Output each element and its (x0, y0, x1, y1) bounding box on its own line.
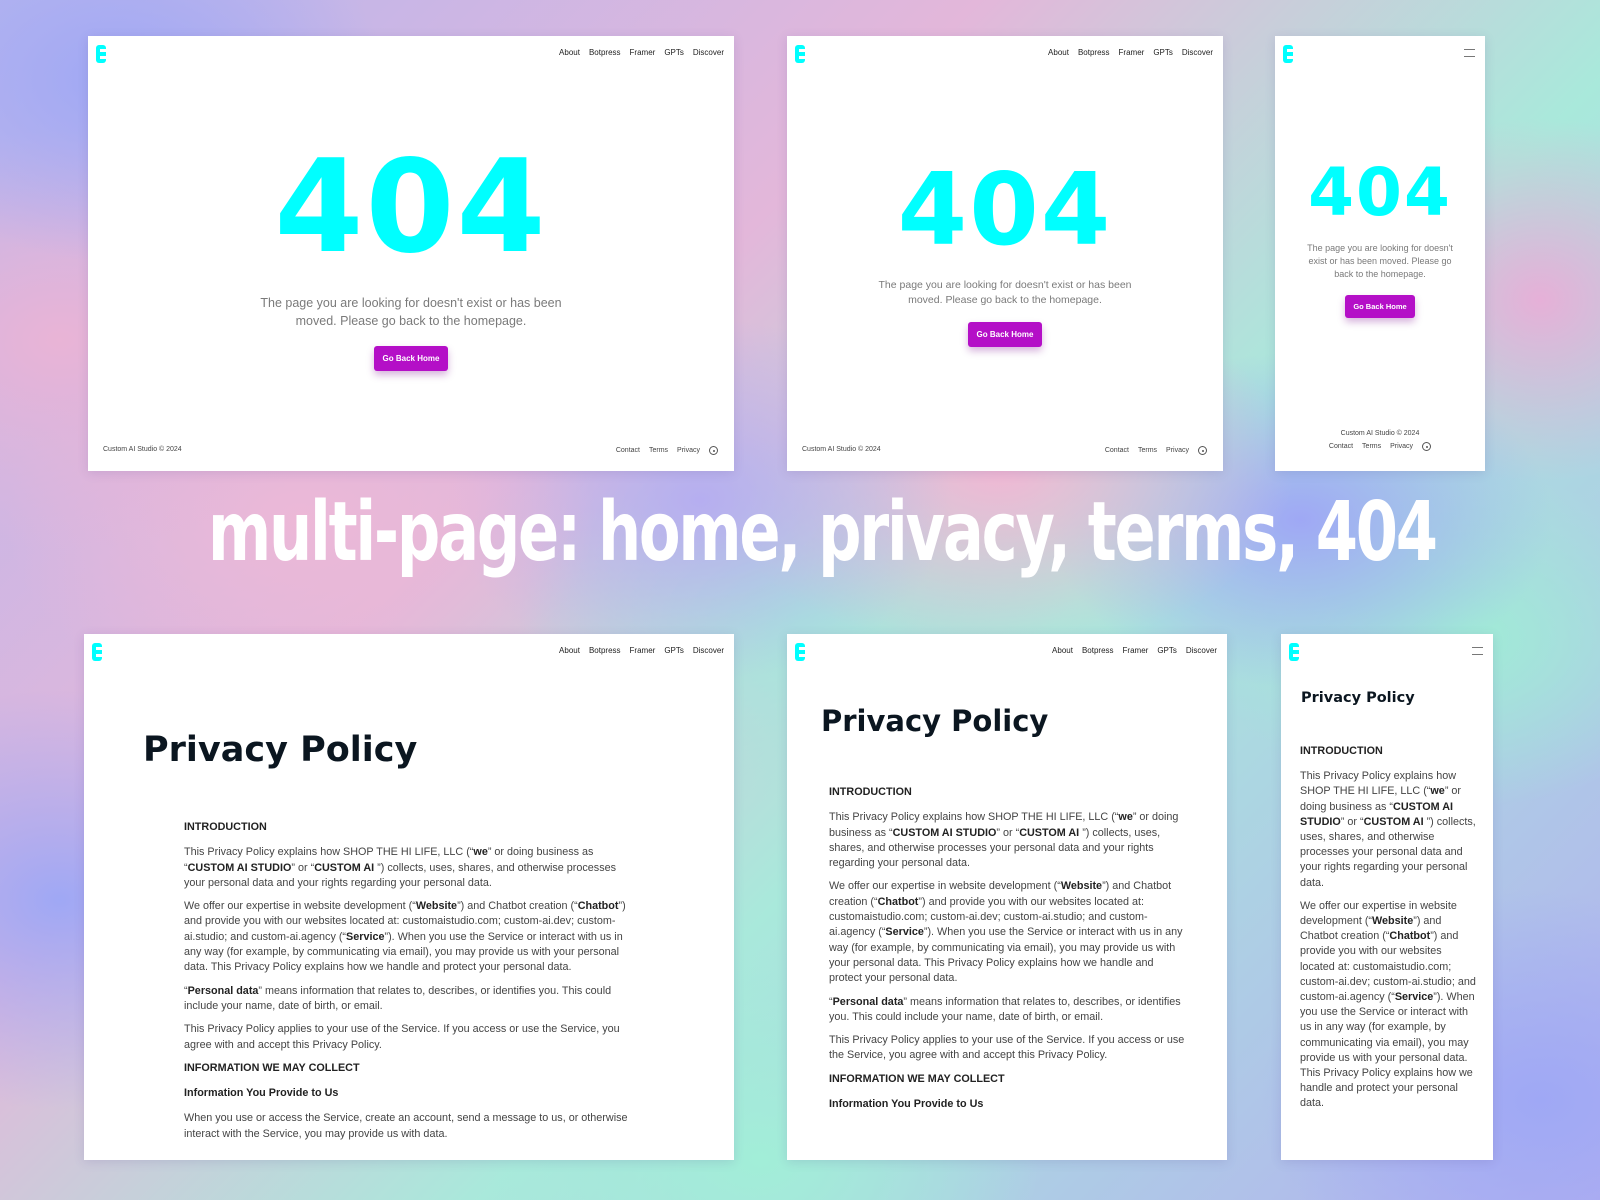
footer-copyright: Custom AI Studio © 2024 (103, 446, 182, 453)
logo-icon[interactable] (1289, 643, 1299, 661)
footer-link-privacy[interactable]: Privacy (1166, 447, 1189, 454)
nav-link-about[interactable]: About (1052, 646, 1073, 655)
paragraph: This Privacy Policy explains how SHOP TH… (829, 811, 1179, 870)
error-message: The page you are looking for doesn't exi… (1307, 243, 1453, 280)
error-code: 404 (274, 133, 548, 282)
top-nav: About Botpress Framer GPTs Discover (787, 634, 1227, 670)
page-privacy-desktop-medium: About Botpress Framer GPTs Discover Priv… (787, 634, 1227, 1160)
logo-icon[interactable] (1283, 45, 1293, 63)
page-title: Privacy Policy (1301, 690, 1415, 706)
nav-links: About Botpress Framer GPTs Discover (559, 646, 724, 655)
nav-link-about[interactable]: About (1048, 48, 1069, 57)
nav-link-framer[interactable]: Framer (630, 48, 656, 57)
page-404-desktop-large: About Botpress Framer GPTs Discover 404 … (88, 36, 734, 471)
nav-link-discover[interactable]: Discover (693, 48, 724, 57)
logo-icon[interactable] (96, 45, 106, 63)
nav-link-framer[interactable]: Framer (1123, 646, 1149, 655)
nav-link-discover[interactable]: Discover (1182, 48, 1213, 57)
footer-link-privacy[interactable]: Privacy (1390, 443, 1413, 450)
banner-title: multi-page: home, privacy, terms, 404 (208, 485, 1438, 580)
logo-icon[interactable] (795, 643, 805, 661)
nav-links: About Botpress Framer GPTs Discover (559, 48, 724, 57)
error-message: The page you are looking for doesn't exi… (878, 279, 1132, 307)
footer-link-terms[interactable]: Terms (649, 447, 668, 454)
footer: Custom AI Studio © 2024 Contact Terms Pr… (1275, 430, 1485, 451)
nav-link-framer[interactable]: Framer (630, 646, 656, 655)
paragraph: We offer our expertise in website develo… (829, 880, 1183, 985)
nav-link-framer[interactable]: Framer (1119, 48, 1145, 57)
paragraph: This Privacy Policy applies to your use … (829, 1034, 1185, 1062)
page-privacy-mobile: Privacy Policy INTRODUCTION This Privacy… (1281, 634, 1493, 1160)
logo-icon[interactable] (92, 643, 102, 661)
cookie-icon[interactable] (709, 446, 718, 455)
nav-link-botpress[interactable]: Botpress (589, 48, 621, 57)
hamburger-menu-icon[interactable] (1464, 49, 1475, 57)
go-back-home-button[interactable]: Go Back Home (967, 322, 1043, 348)
page-title: Privacy Policy (821, 704, 1049, 738)
footer-copyright: Custom AI Studio © 2024 (1340, 430, 1420, 437)
nav-links: About Botpress Framer GPTs Discover (1048, 48, 1213, 57)
paragraph: “Personal data” means information that r… (184, 984, 612, 1012)
nav-links: About Botpress Framer GPTs Discover (1052, 646, 1217, 655)
footer-link-terms[interactable]: Terms (1138, 447, 1157, 454)
subsection-heading: Information You Provide to Us (829, 1098, 984, 1111)
nav-link-gpts[interactable]: GPTs (1157, 646, 1177, 655)
subsection-heading: Information You Provide to Us (184, 1087, 339, 1100)
nav-link-gpts[interactable]: GPTs (664, 646, 684, 655)
paragraph: This Privacy Policy applies to your use … (184, 1023, 620, 1051)
logo-icon[interactable] (795, 45, 805, 63)
policy-content: INTRODUCTION This Privacy Policy explain… (184, 820, 634, 1150)
top-nav: About Botpress Framer GPTs Discover (787, 36, 1223, 72)
page-privacy-desktop-large: About Botpress Framer GPTs Discover Priv… (84, 634, 734, 1160)
top-nav: About Botpress Framer GPTs Discover (84, 634, 734, 670)
paragraph: We offer our expertise in website develo… (1300, 899, 1476, 1110)
nav-link-discover[interactable]: Discover (1186, 646, 1217, 655)
policy-content: INTRODUCTION This Privacy Policy explain… (829, 785, 1189, 1122)
footer-link-terms[interactable]: Terms (1362, 443, 1381, 450)
footer-copyright: Custom AI Studio © 2024 (802, 446, 881, 453)
page-title: Privacy Policy (143, 730, 418, 770)
paragraph: When you use or access the Service, crea… (184, 1112, 628, 1140)
error-code: 404 (1308, 154, 1452, 231)
nav-link-discover[interactable]: Discover (693, 646, 724, 655)
go-back-home-button[interactable]: Go Back Home (1345, 295, 1415, 319)
footer-link-contact[interactable]: Contact (616, 447, 640, 454)
page-404-mobile: 404 The page you are looking for doesn't… (1275, 36, 1485, 471)
policy-content: INTRODUCTION This Privacy Policy explain… (1300, 744, 1478, 1120)
nav-link-botpress[interactable]: Botpress (1078, 48, 1110, 57)
nav-link-botpress[interactable]: Botpress (1082, 646, 1114, 655)
footer-link-contact[interactable]: Contact (1105, 447, 1129, 454)
page-404-desktop-medium: About Botpress Framer GPTs Discover 404 … (787, 36, 1223, 471)
nav-link-gpts[interactable]: GPTs (1153, 48, 1173, 57)
top-nav (1275, 36, 1485, 72)
error-code: 404 (897, 151, 1113, 268)
nav-link-about[interactable]: About (559, 48, 580, 57)
paragraph: This Privacy Policy explains how SHOP TH… (1300, 770, 1476, 889)
nav-link-about[interactable]: About (559, 646, 580, 655)
cookie-icon[interactable] (1422, 442, 1432, 451)
section-heading: INFORMATION WE MAY COLLECT (829, 1072, 1005, 1085)
section-heading: INTRODUCTION (184, 821, 267, 833)
cookie-icon[interactable] (1198, 446, 1207, 455)
footer-link-contact[interactable]: Contact (1329, 443, 1353, 450)
error-message: The page you are looking for doesn't exi… (260, 296, 562, 329)
footer-link-privacy[interactable]: Privacy (677, 447, 700, 454)
hamburger-menu-icon[interactable] (1472, 647, 1483, 655)
section-heading: INFORMATION WE MAY COLLECT (184, 1061, 360, 1074)
nav-link-gpts[interactable]: GPTs (664, 48, 684, 57)
top-nav (1281, 634, 1493, 670)
paragraph: We offer our expertise in website develo… (184, 900, 626, 974)
nav-link-botpress[interactable]: Botpress (589, 646, 621, 655)
section-heading: INTRODUCTION (1300, 745, 1383, 757)
go-back-home-button[interactable]: Go Back Home (373, 346, 449, 372)
paragraph: This Privacy Policy explains how SHOP TH… (184, 846, 617, 889)
top-nav: About Botpress Framer GPTs Discover (88, 36, 734, 72)
paragraph: “Personal data” means information that r… (829, 995, 1181, 1023)
section-heading: INTRODUCTION (829, 786, 912, 798)
